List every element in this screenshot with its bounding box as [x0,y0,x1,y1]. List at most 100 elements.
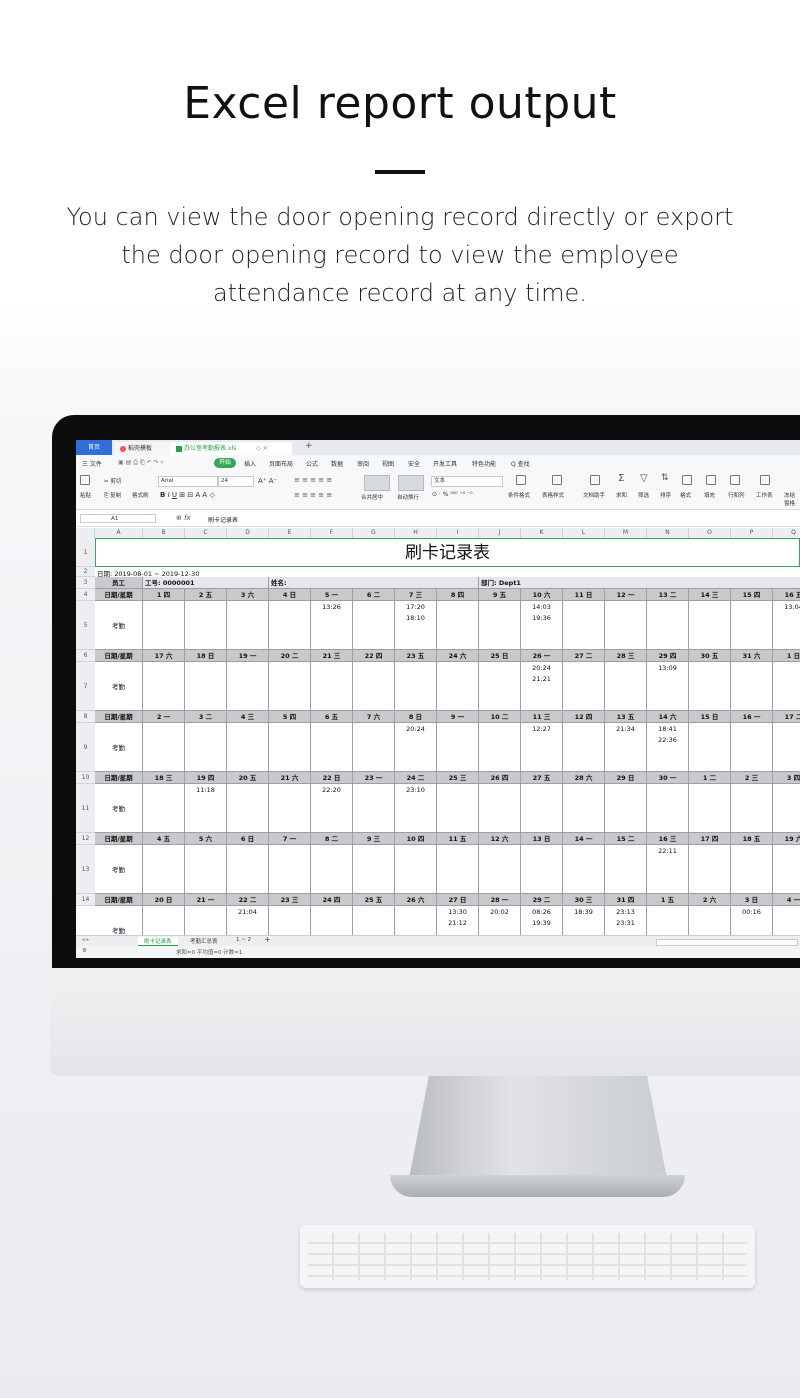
align-top-icons[interactable]: ≡ ≡ ≡ ≡ ≡ [294,476,332,484]
menu-insert[interactable]: 插入 [244,459,256,468]
day-header-cell[interactable]: 1 日 [773,650,800,662]
day-header-cell[interactable]: 14 六 [647,711,689,723]
punch-time-cell[interactable] [605,601,647,650]
day-header-cell[interactable]: 30 一 [647,772,689,784]
freeze-panes-button[interactable]: 冻结窗格 [784,491,800,507]
row-header-12[interactable]: 12 [76,833,95,845]
punch-time-cell[interactable]: 20:24 [395,723,437,772]
quick-access-icons[interactable]: ▣ ▤ ⎙ ⎗ ↶ ↷ ▿ [118,459,163,467]
punch-time-cell[interactable] [311,723,353,772]
document-assistant-icon[interactable] [590,475,600,485]
menu-view[interactable]: 视图 [382,459,394,468]
punch-time-cell[interactable] [647,784,689,833]
punch-time-cell[interactable] [227,845,269,894]
day-header-cell[interactable]: 15 二 [605,833,647,845]
day-header-cell[interactable]: 9 五 [479,589,521,601]
day-header-cell[interactable]: 22 日 [311,772,353,784]
day-header-cell[interactable]: 19 四 [185,772,227,784]
day-header-label[interactable]: 日期/星期 [95,894,143,906]
day-header-cell[interactable]: 2 五 [185,589,227,601]
conditional-format-button[interactable]: 条件格式 [508,491,530,499]
punch-time-cell[interactable] [563,662,605,711]
punch-time-cell[interactable] [563,845,605,894]
day-header-cell[interactable]: 7 六 [353,711,395,723]
day-header-cell[interactable]: 20 日 [143,894,185,906]
punch-time-cell[interactable] [521,784,563,833]
day-header-cell[interactable]: 11 日 [563,589,605,601]
punch-time-cell[interactable]: 22:20 [311,784,353,833]
attendance-label[interactable]: 考勤 [95,784,143,833]
punch-time-cell[interactable] [521,845,563,894]
day-header-cell[interactable]: 10 二 [479,711,521,723]
sheet-tab-records[interactable]: 刷卡记录表 [138,937,178,946]
punch-time-cell[interactable]: 23:13 23:31 [605,906,647,935]
punch-time-cell[interactable] [731,662,773,711]
day-header-cell[interactable]: 31 四 [605,894,647,906]
fx-icon[interactable]: ⊕ fx [176,514,191,522]
day-header-cell[interactable]: 16 三 [647,833,689,845]
day-header-cell[interactable]: 1 四 [143,589,185,601]
punch-time-cell[interactable] [773,784,800,833]
row-column-button[interactable]: 行和列 [728,491,745,499]
menu-security[interactable]: 安全 [408,459,420,468]
day-header-cell[interactable]: 26 六 [395,894,437,906]
attendance-label[interactable]: 考勤 [95,723,143,772]
day-header-cell[interactable]: 28 六 [563,772,605,784]
day-header-cell[interactable]: 3 四 [773,772,800,784]
punch-time-cell[interactable] [563,784,605,833]
day-header-cell[interactable]: 5 六 [185,833,227,845]
attendance-label[interactable]: 考勤 [95,601,143,650]
row-header-2[interactable]: 2 [76,567,95,577]
format-icon[interactable] [682,475,692,485]
column-header-g[interactable]: G [353,528,395,538]
punch-time-cell[interactable] [479,784,521,833]
punch-time-cell[interactable] [143,662,185,711]
day-header-cell[interactable]: 6 五 [311,711,353,723]
day-header-cell[interactable]: 13 日 [521,833,563,845]
worksheet-button[interactable]: 工作表 [756,491,773,499]
font-grow-shrink-icons[interactable]: A⁺ A⁻ [258,477,277,485]
punch-time-cell[interactable] [353,845,395,894]
close-tab-icon[interactable]: ◇ ✕ [256,445,268,452]
sheet-title-cell[interactable]: 刷卡记录表 [95,538,800,567]
sheet-tab-range[interactable]: 1 ~ 2 [236,937,251,943]
day-header-cell[interactable]: 23 五 [395,650,437,662]
day-header-cell[interactable]: 13 五 [605,711,647,723]
punch-time-cell[interactable] [731,784,773,833]
day-header-cell[interactable]: 17 四 [689,833,731,845]
punch-time-cell[interactable]: 18:39 [563,906,605,935]
row-header-9[interactable]: 9 [76,723,95,772]
day-header-cell[interactable]: 2 三 [731,772,773,784]
employee-label-cell[interactable]: 员工 [95,577,143,589]
punch-time-cell[interactable] [353,906,395,935]
day-header-cell[interactable]: 20 二 [269,650,311,662]
font-size-select[interactable]: 24 [218,476,254,487]
punch-time-cell[interactable] [689,906,731,935]
day-header-cell[interactable]: 3 日 [731,894,773,906]
day-header-cell[interactable]: 25 五 [353,894,395,906]
cut-button[interactable]: ✂ 剪切 [104,477,121,485]
format-painter-button[interactable]: 格式刷 [132,491,149,499]
day-header-cell[interactable]: 10 四 [395,833,437,845]
day-header-cell[interactable]: 24 四 [311,894,353,906]
filter-icon[interactable]: ▽ [640,473,648,484]
punch-time-cell[interactable] [689,601,731,650]
merge-center-icon[interactable] [364,475,390,491]
horizontal-scrollbar[interactable] [656,939,798,946]
attendance-label[interactable]: 考勤 [95,845,143,894]
punch-time-cell[interactable] [143,906,185,935]
punch-time-cell[interactable]: 22:11 [647,845,689,894]
punch-time-cell[interactable] [731,723,773,772]
day-header-cell[interactable]: 26 四 [479,772,521,784]
punch-time-cell[interactable] [689,662,731,711]
punch-time-cell[interactable]: 18:41 22:36 [647,723,689,772]
tab-home[interactable]: 首页 [76,440,112,455]
punch-time-cell[interactable]: 13:04 [773,601,800,650]
day-header-cell[interactable]: 4 一 [773,894,800,906]
day-header-cell[interactable]: 8 日 [395,711,437,723]
punch-time-cell[interactable] [227,662,269,711]
menu-formulas[interactable]: 公式 [306,459,318,468]
punch-time-cell[interactable] [773,662,800,711]
punch-time-cell[interactable]: 21:04 [227,906,269,935]
punch-time-cell[interactable] [689,845,731,894]
